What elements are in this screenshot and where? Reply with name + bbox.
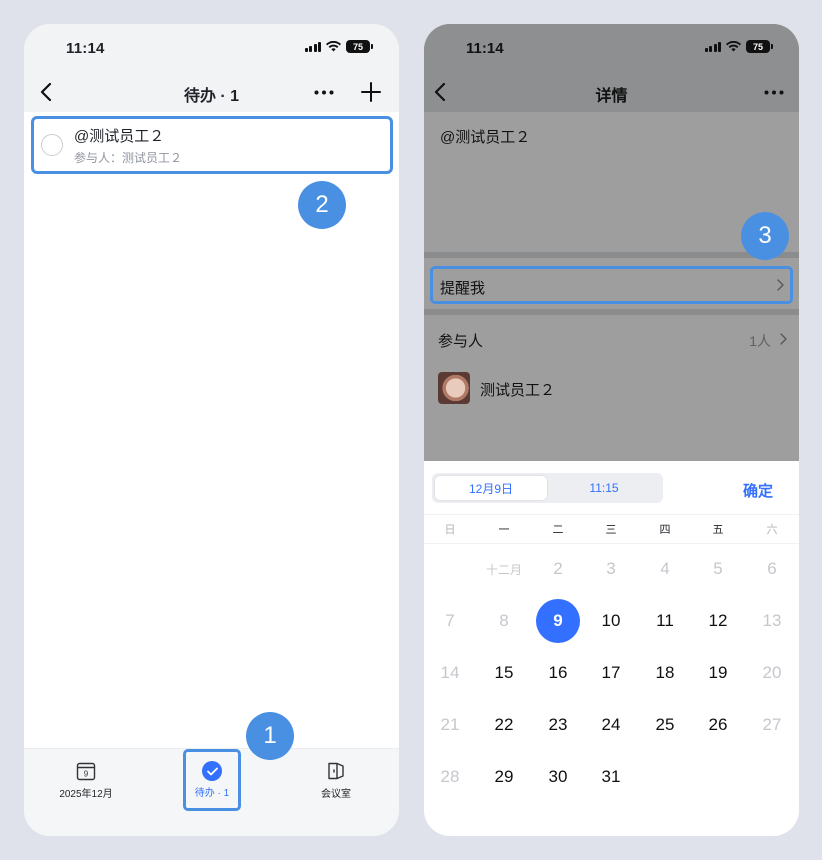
todo-list-item[interactable]: @测试员工２ 参与人：测试员工２ [31, 116, 393, 174]
remind-me-label: 提醒我 [440, 280, 486, 297]
more-icon [314, 90, 334, 94]
status-time: 11:14 [66, 40, 105, 57]
calendar-day[interactable]: 27 [750, 703, 794, 747]
tab-bar: 9 2025年12月 待办 · 1 会议室 [24, 748, 399, 836]
weekday-label: 日 [444, 524, 456, 536]
calendar-day[interactable]: 9 [536, 599, 580, 643]
tab-time[interactable]: 11:15 [548, 476, 660, 500]
battery-icon: 75 [346, 40, 370, 53]
calendar-day[interactable]: 11 [643, 599, 687, 643]
check-circle-icon [202, 761, 222, 781]
status-icons: 75 [304, 40, 373, 53]
status-bar: 11:14 75 [424, 24, 799, 74]
weekday-label: 三 [605, 524, 617, 536]
section-divider [424, 309, 799, 315]
month-label: 十二月 [485, 562, 522, 577]
participant-name: 测试员工２ [480, 382, 556, 399]
calendar-day[interactable]: 23 [536, 703, 580, 747]
calendar-day[interactable]: 10 [589, 599, 633, 643]
weekday-label: 六 [766, 524, 778, 536]
todo-content[interactable]: @测试员工２ [440, 126, 530, 147]
step-badge-2: 2 [298, 181, 346, 229]
calendar-day[interactable]: 17 [589, 651, 633, 695]
todo-participants: 参与人：测试员工２ [74, 151, 183, 165]
tab-todo-label: 待办 · 1 [194, 788, 230, 799]
participants-row[interactable]: 参与人 1人 [424, 316, 799, 364]
weekday-label: 五 [712, 524, 724, 536]
calendar-day: 9 [84, 770, 89, 779]
calendar-day[interactable]: 6 [750, 547, 794, 591]
calendar-day[interactable]: 5 [696, 547, 740, 591]
calendar-day[interactable]: 14 [428, 651, 472, 695]
weekday-label: 一 [498, 524, 510, 536]
remind-me-row[interactable]: 提醒我 [430, 266, 793, 304]
battery-icon: 75 [746, 40, 770, 53]
tab-todo[interactable]: 待办 · 1 [183, 749, 241, 811]
weekday-header: 日一二三四五六 [424, 521, 799, 541]
date-picker-sheet: 12月9日 11:15 确定 日一二三四五六 十二月 2 3 4 5 6 7 8 9 10 11 12… [424, 461, 799, 836]
tab-date[interactable]: 12月9日 [435, 476, 547, 500]
page-title: 待办 · 1 [183, 88, 240, 105]
todo-list-screen: 11:14 75 待办 · 1 @测试员工２ 参与人：测试员工２ 2 9 202… [24, 24, 399, 836]
calendar-day[interactable]: 30 [536, 755, 580, 799]
chevron-right-icon [777, 279, 784, 291]
calendar-day[interactable]: 26 [696, 703, 740, 747]
nav-bar: 待办 · 1 [24, 74, 399, 110]
section-divider [424, 252, 799, 258]
weekday-label: 四 [659, 524, 671, 536]
step-badge-1: 1 [246, 712, 294, 760]
weekday-label: 二 [552, 524, 564, 536]
calendar-day[interactable]: 4 [643, 547, 687, 591]
step-badge-3: 3 [741, 212, 789, 260]
calendar-day[interactable]: 31 [589, 755, 633, 799]
more-button[interactable] [761, 80, 787, 104]
participants-label: 参与人 [438, 333, 484, 350]
calendar-day[interactable]: 20 [750, 651, 794, 695]
signal-icon [704, 41, 721, 52]
todo-detail-screen: 11:14 75 详情 @测试员工２ 3 提醒我 参与人 1人 测试员工２ 12… [424, 24, 799, 836]
calendar-day[interactable]: 19 [696, 651, 740, 695]
confirm-button[interactable]: 确定 [743, 480, 773, 501]
tab-calendar[interactable]: 9 2025年12月 [26, 749, 146, 836]
tab-meeting-room-label: 会议室 [321, 789, 351, 800]
calendar-day[interactable]: 22 [482, 703, 526, 747]
calendar-day[interactable]: 24 [589, 703, 633, 747]
meeting-room-icon [328, 762, 344, 780]
status-bar: 11:14 75 [24, 24, 399, 74]
picker-mode-switch: 12月9日 11:15 [432, 473, 663, 503]
calendar-day[interactable]: 2 [536, 547, 580, 591]
status-icons: 75 [704, 40, 773, 53]
calendar-day[interactable]: 18 [643, 651, 687, 695]
wifi-icon [326, 41, 341, 52]
tab-meeting-room[interactable]: 会议室 [276, 749, 396, 836]
calendar-day[interactable]: 29 [482, 755, 526, 799]
plus-icon [361, 82, 381, 102]
more-button[interactable] [311, 80, 337, 104]
tab-calendar-label: 2025年12月 [59, 789, 113, 800]
todo-title: @测试员工２ [74, 128, 165, 145]
calendar-day[interactable]: 12 [696, 599, 740, 643]
calendar-day[interactable]: 15 [482, 651, 526, 695]
todo-checkbox[interactable] [41, 134, 63, 156]
calendar-day[interactable]: 25 [643, 703, 687, 747]
calendar-day[interactable]: 3 [589, 547, 633, 591]
chevron-right-icon [780, 333, 787, 345]
calendar-day[interactable]: 8 [482, 599, 526, 643]
status-time: 11:14 [466, 40, 504, 57]
add-todo-button[interactable] [357, 78, 385, 106]
calendar-day[interactable]: 21 [428, 703, 472, 747]
more-icon [764, 90, 784, 94]
participants-count: 1人 [749, 333, 771, 349]
page-title: 详情 [595, 88, 628, 105]
calendar-day[interactable]: 7 [428, 599, 472, 643]
signal-icon [304, 41, 321, 52]
calendar-day[interactable]: 28 [428, 755, 472, 799]
calendar-day[interactable]: 16 [536, 651, 580, 695]
wifi-icon [726, 41, 741, 52]
avatar [438, 372, 470, 404]
calendar-icon: 9 [76, 762, 96, 781]
calendar-day[interactable]: 13 [750, 599, 794, 643]
